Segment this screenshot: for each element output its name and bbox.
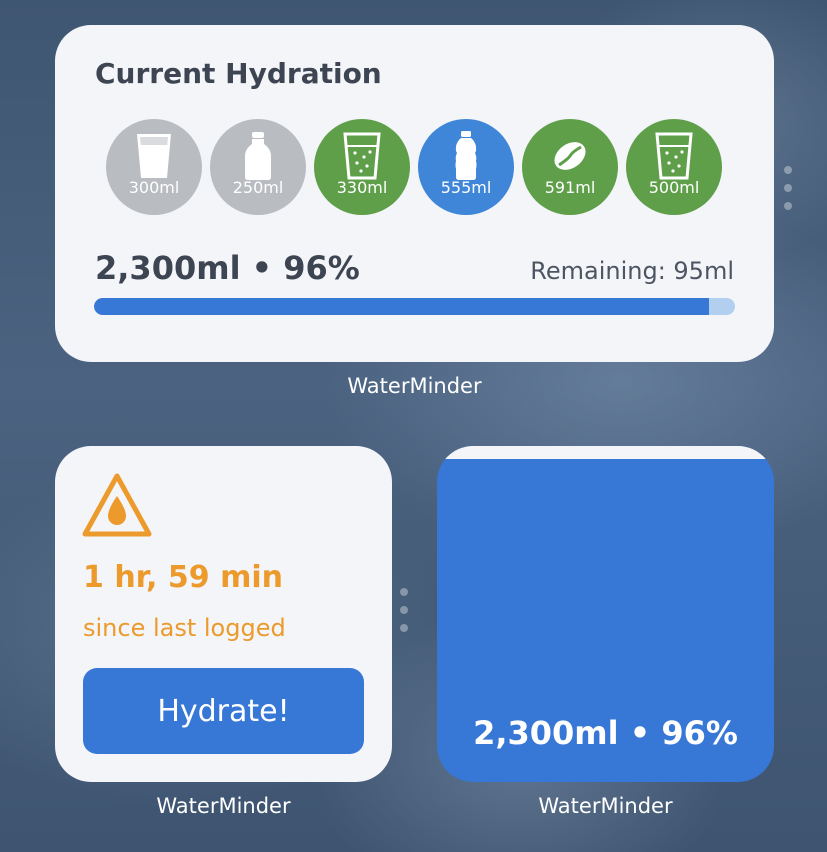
page-dot [784, 184, 792, 192]
sparkling-glass-icon [655, 132, 693, 180]
water-bottle-icon [455, 131, 477, 180]
progress-fill [94, 298, 710, 315]
drink-button-2[interactable]: 250ml [210, 119, 306, 215]
page-dot [784, 202, 792, 210]
page-dot [784, 166, 792, 174]
drink-button-4[interactable]: 555ml [418, 119, 514, 215]
drink-button-5[interactable]: 591ml [522, 119, 618, 215]
drink-amount: 300ml [128, 178, 180, 197]
water-level-empty-area [437, 446, 774, 460]
current-hydration-widget[interactable]: Current Hydration 300ml 250ml 330ml 555m… [55, 25, 774, 362]
drink-button-3[interactable]: 330ml [314, 119, 410, 215]
widget-app-label: WaterMinder [156, 794, 291, 818]
page-dot [400, 624, 408, 632]
drink-amount: 500ml [648, 178, 700, 197]
time-since-last-log: 1 hr, 59 min [83, 560, 283, 595]
page-dot [400, 588, 408, 596]
page-dot [400, 606, 408, 614]
drink-amount: 330ml [336, 178, 388, 197]
drink-shortcuts: 300ml 250ml 330ml 555ml 591ml 500ml [106, 119, 722, 215]
water-glass-icon [137, 134, 171, 178]
page-dots-right [784, 166, 792, 210]
hydration-total: 2,300ml • 96% [95, 249, 360, 287]
drink-amount: 591ml [544, 178, 596, 197]
drink-amount: 555ml [440, 178, 492, 197]
drink-amount: 250ml [232, 178, 284, 197]
coffee-bean-icon [554, 142, 586, 170]
drink-button-1[interactable]: 300ml [106, 119, 202, 215]
sparkling-glass-icon [343, 132, 381, 180]
widget-title: Current Hydration [95, 57, 382, 90]
water-level-total: 2,300ml • 96% [473, 714, 738, 752]
last-logged-widget[interactable]: 1 hr, 59 min since last logged Hydrate! [55, 446, 392, 782]
widget-app-label: WaterMinder [538, 794, 673, 818]
remaining-amount: Remaining: 95ml [530, 257, 734, 285]
page-dots-middle [400, 588, 408, 632]
since-last-logged-label: since last logged [83, 614, 286, 642]
water-level-widget[interactable]: 2,300ml • 96% [437, 446, 774, 782]
hydration-progress-bar [94, 298, 735, 315]
water-warning-icon [82, 473, 152, 537]
drink-button-6[interactable]: 500ml [626, 119, 722, 215]
milk-bottle-icon [245, 132, 271, 180]
widget-app-label: WaterMinder [347, 374, 482, 398]
hydrate-button[interactable]: Hydrate! [83, 668, 364, 754]
